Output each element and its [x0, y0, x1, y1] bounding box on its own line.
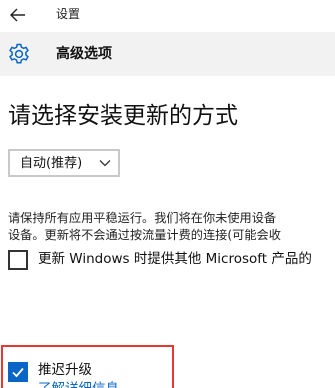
description-text: 请保持所有应用平稳运行。我们将在你未使用设备 设备。更新将不会通过按流量计费的连… — [8, 210, 335, 244]
dropdown-selected-value: 自动(推荐) — [20, 156, 83, 171]
other-products-checkbox[interactable] — [8, 250, 28, 270]
checkmark-icon — [12, 367, 24, 378]
gear-icon — [9, 43, 29, 64]
description-line-2: 设备。更新将不会通过按流量计费的连接(可能会收 — [8, 228, 281, 242]
app-title: 设置 — [56, 7, 81, 21]
page-title: 高级选项 — [56, 46, 112, 62]
defer-upgrades-label[interactable]: 推迟升级 — [38, 361, 92, 379]
learn-more-link[interactable]: 了解详细信息 — [38, 380, 119, 388]
title-bar: 设置 — [0, 0, 335, 30]
other-products-label[interactable]: 更新 Windows 时提供其他 Microsoft 产品的 — [38, 250, 312, 268]
install-mode-dropdown[interactable]: 自动(推荐) — [8, 149, 120, 177]
page-header: 高级选项 — [0, 32, 335, 76]
chevron-down-icon — [99, 160, 111, 167]
settings-window: 设置 高级选项 请选择安装更新的方式 自动(推荐) 请保持所有应用平稳运行。我们… — [0, 0, 335, 388]
arrow-left-icon — [10, 8, 25, 22]
back-button[interactable] — [7, 6, 29, 24]
section-heading: 请选择安装更新的方式 — [8, 103, 238, 129]
description-line-1: 请保持所有应用平稳运行。我们将在你未使用设备 — [8, 211, 277, 225]
defer-upgrades-checkbox[interactable] — [8, 362, 28, 382]
